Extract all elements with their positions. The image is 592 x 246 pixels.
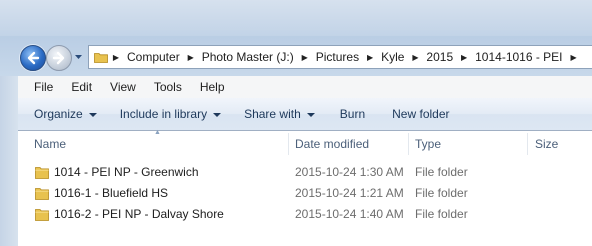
breadcrumb-separator[interactable]: ▶ [110, 53, 122, 62]
column-header-type[interactable]: Type [415, 131, 441, 157]
share-with-label: Share with [244, 107, 301, 121]
arrow-right-icon [52, 51, 65, 65]
window-left-border [0, 76, 18, 246]
column-divider[interactable] [288, 133, 289, 155]
file-date-modified: 2015-10-24 1:21 AM [295, 186, 404, 200]
chevron-down-icon [306, 112, 315, 117]
column-header-date-modified[interactable]: Date modified [295, 131, 369, 157]
folder-icon [94, 52, 108, 63]
command-bar: Organize Include in library Share with B… [18, 98, 592, 131]
breadcrumb-pictures[interactable]: Pictures [311, 50, 364, 64]
sort-ascending-icon: ▲ [154, 129, 161, 136]
file-type: File folder [415, 186, 468, 200]
burn-button[interactable]: Burn [324, 107, 374, 121]
include-in-library-label: Include in library [119, 107, 208, 121]
breadcrumb-kyle[interactable]: Kyle [376, 50, 409, 64]
file-row[interactable]: 1016-2 - PEI NP - Dalvay Shore 2015-10-2… [18, 204, 592, 225]
file-name: 1016-2 - PEI NP - Dalvay Shore [54, 207, 224, 221]
breadcrumb-separator[interactable]: ▶ [185, 53, 197, 62]
file-name: 1016-1 - Bluefield HS [54, 186, 169, 200]
file-row[interactable]: 1016-1 - Bluefield HS 2015-10-24 1:21 AM… [18, 183, 592, 204]
column-divider[interactable] [527, 133, 528, 155]
recent-pages-dropdown-icon[interactable] [74, 53, 83, 61]
column-divider[interactable] [408, 133, 409, 155]
folder-icon [35, 188, 49, 200]
breadcrumb-current-folder[interactable]: 1014-1016 - PEI [470, 50, 567, 64]
breadcrumb-2015[interactable]: 2015 [421, 50, 458, 64]
back-button[interactable] [20, 45, 46, 71]
chevron-down-icon [88, 112, 97, 117]
breadcrumb-computer[interactable]: Computer [122, 50, 185, 64]
organize-label: Organize [34, 107, 83, 121]
file-type: File folder [415, 165, 468, 179]
breadcrumb-separator[interactable]: ▶ [364, 53, 376, 62]
file-type: File folder [415, 207, 468, 221]
file-row[interactable]: 1014 - PEI NP - Greenwich 2015-10-24 1:3… [18, 162, 592, 183]
column-header-size[interactable]: Size [535, 131, 558, 157]
forward-button[interactable] [46, 45, 72, 71]
file-date-modified: 2015-10-24 1:30 AM [295, 165, 404, 179]
menu-bar: File Edit View Tools Help [18, 76, 592, 99]
arrow-left-icon [27, 51, 40, 65]
menu-file[interactable]: File [18, 80, 62, 94]
breadcrumb-separator[interactable]: ▶ [299, 53, 311, 62]
breadcrumb-separator[interactable]: ▶ [458, 53, 470, 62]
include-in-library-button[interactable]: Include in library [106, 107, 230, 121]
file-name: 1014 - PEI NP - Greenwich [54, 165, 199, 179]
chevron-down-icon [213, 112, 222, 117]
menu-tools[interactable]: Tools [145, 80, 191, 94]
breadcrumb-drive[interactable]: Photo Master (J:) [197, 50, 299, 64]
column-headers: ▲ Name Date modified Type Size [18, 129, 592, 157]
organize-button[interactable]: Organize [18, 107, 106, 121]
title-bar [0, 0, 592, 36]
menu-help[interactable]: Help [191, 80, 234, 94]
menu-view[interactable]: View [101, 80, 145, 94]
menu-edit[interactable]: Edit [62, 80, 101, 94]
breadcrumb-separator[interactable]: ▶ [409, 53, 421, 62]
folder-icon [35, 209, 49, 221]
folder-icon [35, 167, 49, 179]
column-header-name[interactable]: Name [34, 131, 66, 157]
breadcrumb-separator[interactable]: ▶ [568, 53, 580, 62]
file-date-modified: 2015-10-24 1:40 AM [295, 207, 404, 221]
new-folder-button[interactable]: New folder [374, 107, 458, 121]
address-bar[interactable]: ▶ Computer ▶ Photo Master (J:) ▶ Picture… [88, 45, 592, 69]
share-with-button[interactable]: Share with [230, 107, 324, 121]
